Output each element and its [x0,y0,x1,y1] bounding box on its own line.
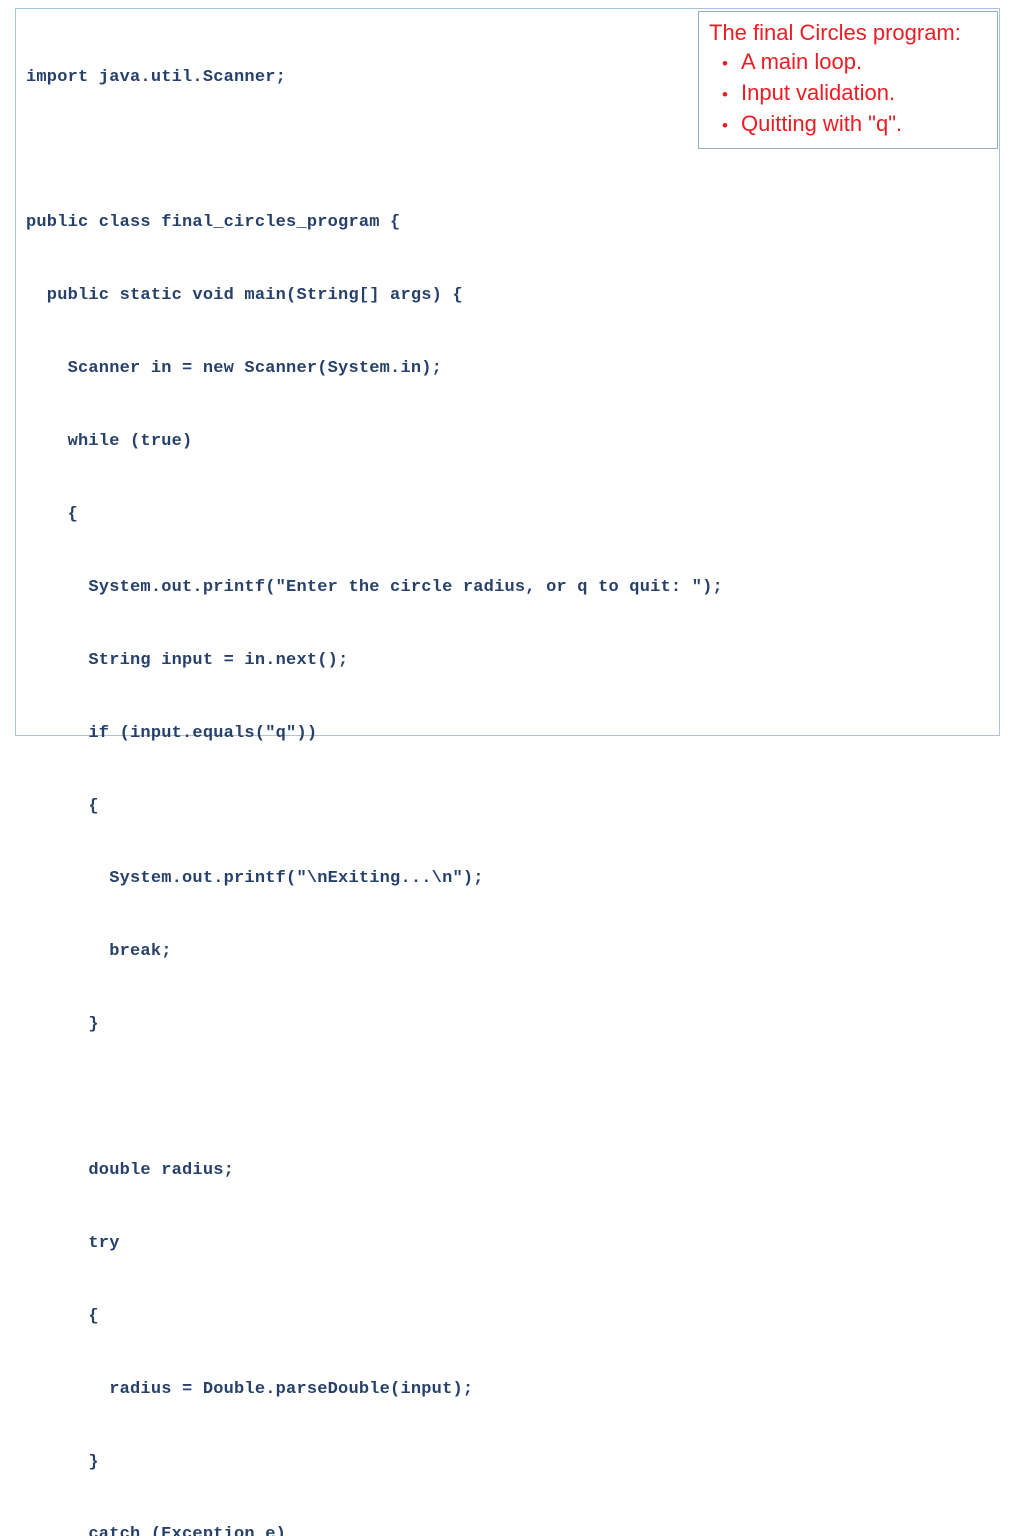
callout-list-item: • Input validation. [709,78,989,109]
code-line: if (input.equals("q")) [26,723,318,743]
code-line: catch (Exception e) [26,1525,287,1536]
code-line: public static void main(String[] args) { [26,286,463,306]
callout-item-label: A main loop. [741,49,863,74]
callout-box: The final Circles program: • A main loop… [698,11,998,149]
callout-list-item: • A main loop. [709,47,989,78]
code-line: { [26,796,99,816]
bullet-icon: • [722,116,728,135]
bullet-icon: • [722,54,728,73]
code-line: Scanner in = new Scanner(System.in); [26,359,443,379]
code-line: { [26,1306,99,1326]
bullet-icon: • [722,85,728,104]
code-line: radius = Double.parseDouble(input); [26,1379,474,1399]
code-line: } [26,1015,99,1035]
code-line: while (true) [26,432,193,452]
java-code-block: import java.util.Scanner; public class f… [26,17,995,1536]
code-line: String input = in.next(); [26,650,349,670]
callout-list-item: • Quitting with "q". [709,109,989,140]
code-line: break; [26,942,172,962]
code-line: } [26,1452,99,1472]
code-line: double radius; [26,1160,235,1180]
code-line: { [26,504,79,524]
code-line: public class final_circles_program { [26,213,401,233]
callout-item-label: Quitting with "q". [741,111,903,136]
callout-title: The final Circles program: [709,20,961,45]
code-line: System.out.printf("\nExiting...\n"); [26,869,484,889]
callout-item-label: Input validation. [741,80,896,105]
code-line: try [26,1233,120,1253]
code-line: System.out.printf("Enter the circle radi… [26,577,723,597]
